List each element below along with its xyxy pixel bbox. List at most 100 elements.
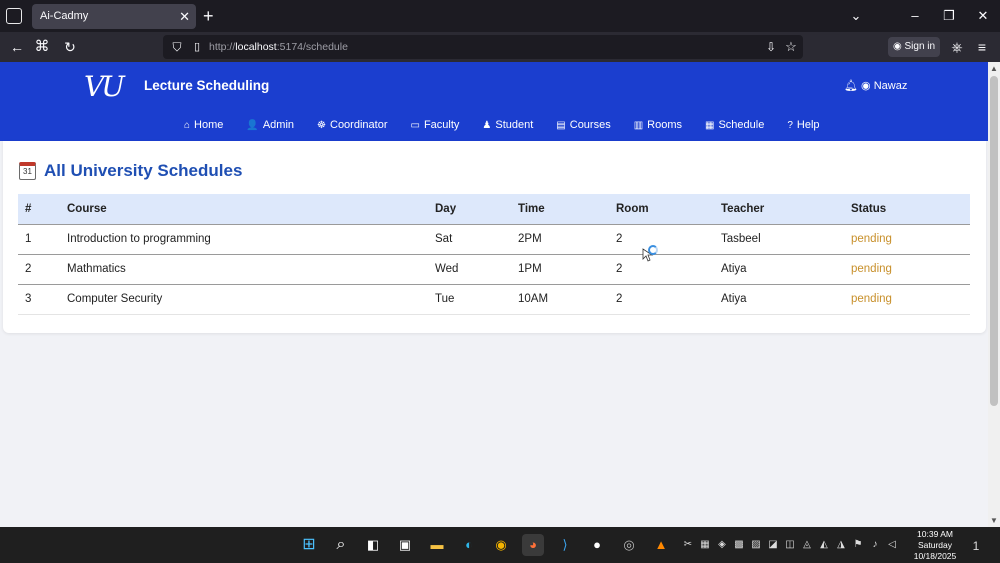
task-view-icon[interactable]: ◧ — [362, 534, 384, 556]
menu-icon[interactable]: ≡ — [972, 37, 992, 57]
tray-icon[interactable]: ⚑ — [852, 539, 864, 550]
cell-course: Introduction to programming — [60, 223, 428, 254]
cell-number: 3 — [18, 283, 60, 315]
tray-icon[interactable]: ◭ — [818, 539, 830, 550]
notification-icon[interactable]: 1 — [970, 539, 982, 553]
clock-day: Saturday — [917, 540, 953, 550]
scroll-down-icon[interactable]: ▼ — [988, 516, 1000, 525]
user-gear-icon: 👤 — [246, 119, 259, 131]
browser-tab[interactable]: Ai-Cadmy ✕ — [32, 4, 196, 29]
menu-item-rooms[interactable]: ▥ Rooms — [634, 119, 682, 131]
sign-in-button[interactable]: ◉ Sign in — [888, 37, 940, 57]
main-menu: ⌂ Home 👤 Admin ☸ Coordinator ▭ Faculty ♟ Stud… — [184, 119, 843, 131]
column-header-status: Status — [851, 202, 887, 215]
scroll-thumb[interactable] — [990, 76, 998, 406]
cell-status: pending — [844, 283, 970, 315]
tray-icon[interactable]: ◫ — [784, 539, 796, 550]
download-icon[interactable]: ⇩ — [761, 37, 781, 57]
schedule-card: 31 All University Schedules # Course Day… — [3, 141, 986, 333]
edge-icon[interactable]: ◐ — [458, 534, 480, 556]
page-title-text: All University Schedules — [44, 161, 243, 180]
extensions-icon[interactable]: ⎈ — [947, 37, 967, 57]
app-icon[interactable]: ● — [586, 534, 608, 556]
account-icon: ◉ — [893, 41, 905, 52]
calendar-icon: ▦ — [705, 119, 715, 131]
tray-icon[interactable]: ▦ — [699, 539, 711, 550]
table-header-row: # Course Day Time Room Teacher Status — [18, 194, 970, 224]
volume-icon[interactable]: ◁ — [886, 539, 898, 550]
cell-teacher: Tasbeel — [714, 223, 844, 254]
table-row[interactable]: 2 Mathmatics Wed 1PM 2 Atiya pending — [18, 253, 970, 284]
tray-icon[interactable]: ◈ — [716, 539, 728, 550]
microphone-icon[interactable]: ♪ — [869, 539, 881, 550]
shield-icon[interactable]: ⛉ — [167, 37, 187, 57]
restore-icon[interactable]: ❐ — [939, 6, 959, 26]
vscode-icon[interactable]: ⟩ — [554, 534, 576, 556]
menu-item-student[interactable]: ♟ Student — [482, 119, 533, 131]
user-name[interactable]: Nawaz — [874, 80, 908, 92]
menu-item-coordinator[interactable]: ☸ Coordinator — [317, 119, 387, 131]
vlc-icon[interactable]: ▲ — [650, 534, 672, 556]
column-header-course: Course — [67, 202, 107, 215]
back-icon[interactable]: ← — [7, 37, 27, 57]
minimize-icon[interactable]: – — [905, 6, 925, 26]
browser-tab-bar: Ai-Cadmy ✕ + ⌄ – ❐ ✕ — [0, 0, 1000, 32]
cell-time: 2PM — [511, 223, 609, 254]
table-row[interactable]: 3 Computer Security Tue 10AM 2 Atiya pen… — [18, 283, 970, 315]
search-icon[interactable]: ⌕ — [330, 534, 352, 556]
menu-item-courses[interactable]: ▤ Courses — [556, 119, 610, 131]
schedule-table: # Course Day Time Room Teacher Status 1 … — [18, 194, 970, 315]
file-explorer-icon[interactable]: ▬ — [426, 534, 448, 556]
cell-teacher: Atiya — [714, 253, 844, 284]
menu-item-faculty[interactable]: ▭ Faculty — [410, 119, 459, 131]
chrome-icon[interactable]: ◉ — [490, 534, 512, 556]
page-title: 31 All University Schedules — [19, 161, 242, 181]
tray-icon[interactable]: ◬ — [801, 539, 813, 550]
reload-icon[interactable]: ↻ — [60, 37, 80, 57]
table-row[interactable]: 1 Introduction to programming Sat 2PM 2 … — [18, 223, 970, 254]
cell-time: 1PM — [511, 253, 609, 284]
windows-taskbar: ⊞ ⌕ ◧ ▣ ▬ ◐ ◉ ◕ ⟩ ● ◎ ▲ ✂ ▦ ◈ ▩ ▨ ◪ ◫ ◬ … — [0, 527, 1000, 563]
taskbar-clock[interactable]: 10:39 AM Saturday 10/18/2025 — [906, 529, 964, 562]
scroll-up-icon[interactable]: ▲ — [988, 64, 1000, 73]
tray-icon[interactable]: ◪ — [767, 539, 779, 550]
tray-icon[interactable]: ▨ — [750, 539, 762, 550]
chevron-down-icon[interactable]: ⌄ — [846, 6, 866, 26]
menu-item-home[interactable]: ⌂ Home — [184, 119, 223, 131]
close-window-icon[interactable]: ✕ — [973, 6, 993, 26]
cell-course: Mathmatics — [60, 253, 428, 284]
bookmark-star-icon[interactable]: ☆ — [781, 37, 801, 57]
bell-icon[interactable]: 🔔︎ — [844, 80, 858, 92]
column-header-number: # — [25, 202, 32, 215]
cell-day: Wed — [428, 253, 511, 284]
menu-item-schedule[interactable]: ▦ Schedule — [705, 119, 764, 131]
menu-item-help[interactable]: ? Help — [787, 119, 819, 131]
graduate-icon: ♟ — [482, 119, 492, 131]
tray-icon[interactable]: ✂ — [682, 539, 694, 550]
cell-number: 2 — [18, 253, 60, 284]
user-area[interactable]: 🔔︎ ◉ Nawaz — [844, 79, 907, 92]
menu-item-admin[interactable]: 👤 Admin — [246, 119, 294, 131]
cell-number: 1 — [18, 223, 60, 254]
url-text[interactable]: http://localhost:5174/schedule — [209, 35, 348, 59]
windows-start-icon[interactable]: ⊞ — [298, 534, 320, 556]
new-tab-button[interactable]: + — [203, 6, 214, 26]
obs-icon[interactable]: ◎ — [618, 534, 640, 556]
clock-date: 10/18/2025 — [913, 551, 957, 561]
url-bar[interactable]: ⛉ ▯ http://localhost:5174/schedule ⇩ ☆ — [163, 35, 803, 59]
users-icon: ☸ — [317, 119, 326, 131]
tab-list-icon[interactable] — [6, 8, 22, 24]
page-scrollbar[interactable]: ▲ ▼ — [988, 62, 1000, 527]
chalkboard-icon: ▭ — [410, 119, 420, 131]
tray-icon[interactable]: ◮ — [835, 539, 847, 550]
book-icon: ▤ — [556, 119, 566, 131]
tray-icon[interactable]: ▩ — [733, 539, 745, 550]
cell-day: Tue — [428, 283, 511, 315]
cell-room: 2 — [609, 223, 714, 254]
column-header-teacher: Teacher — [721, 202, 765, 215]
cell-room: 2 — [609, 253, 714, 284]
firefox-icon[interactable]: ◕ — [522, 534, 544, 556]
store-icon[interactable]: ▣ — [394, 534, 416, 556]
tab-close-icon[interactable]: ✕ — [179, 4, 190, 29]
page-info-icon[interactable]: ▯ — [187, 37, 207, 57]
